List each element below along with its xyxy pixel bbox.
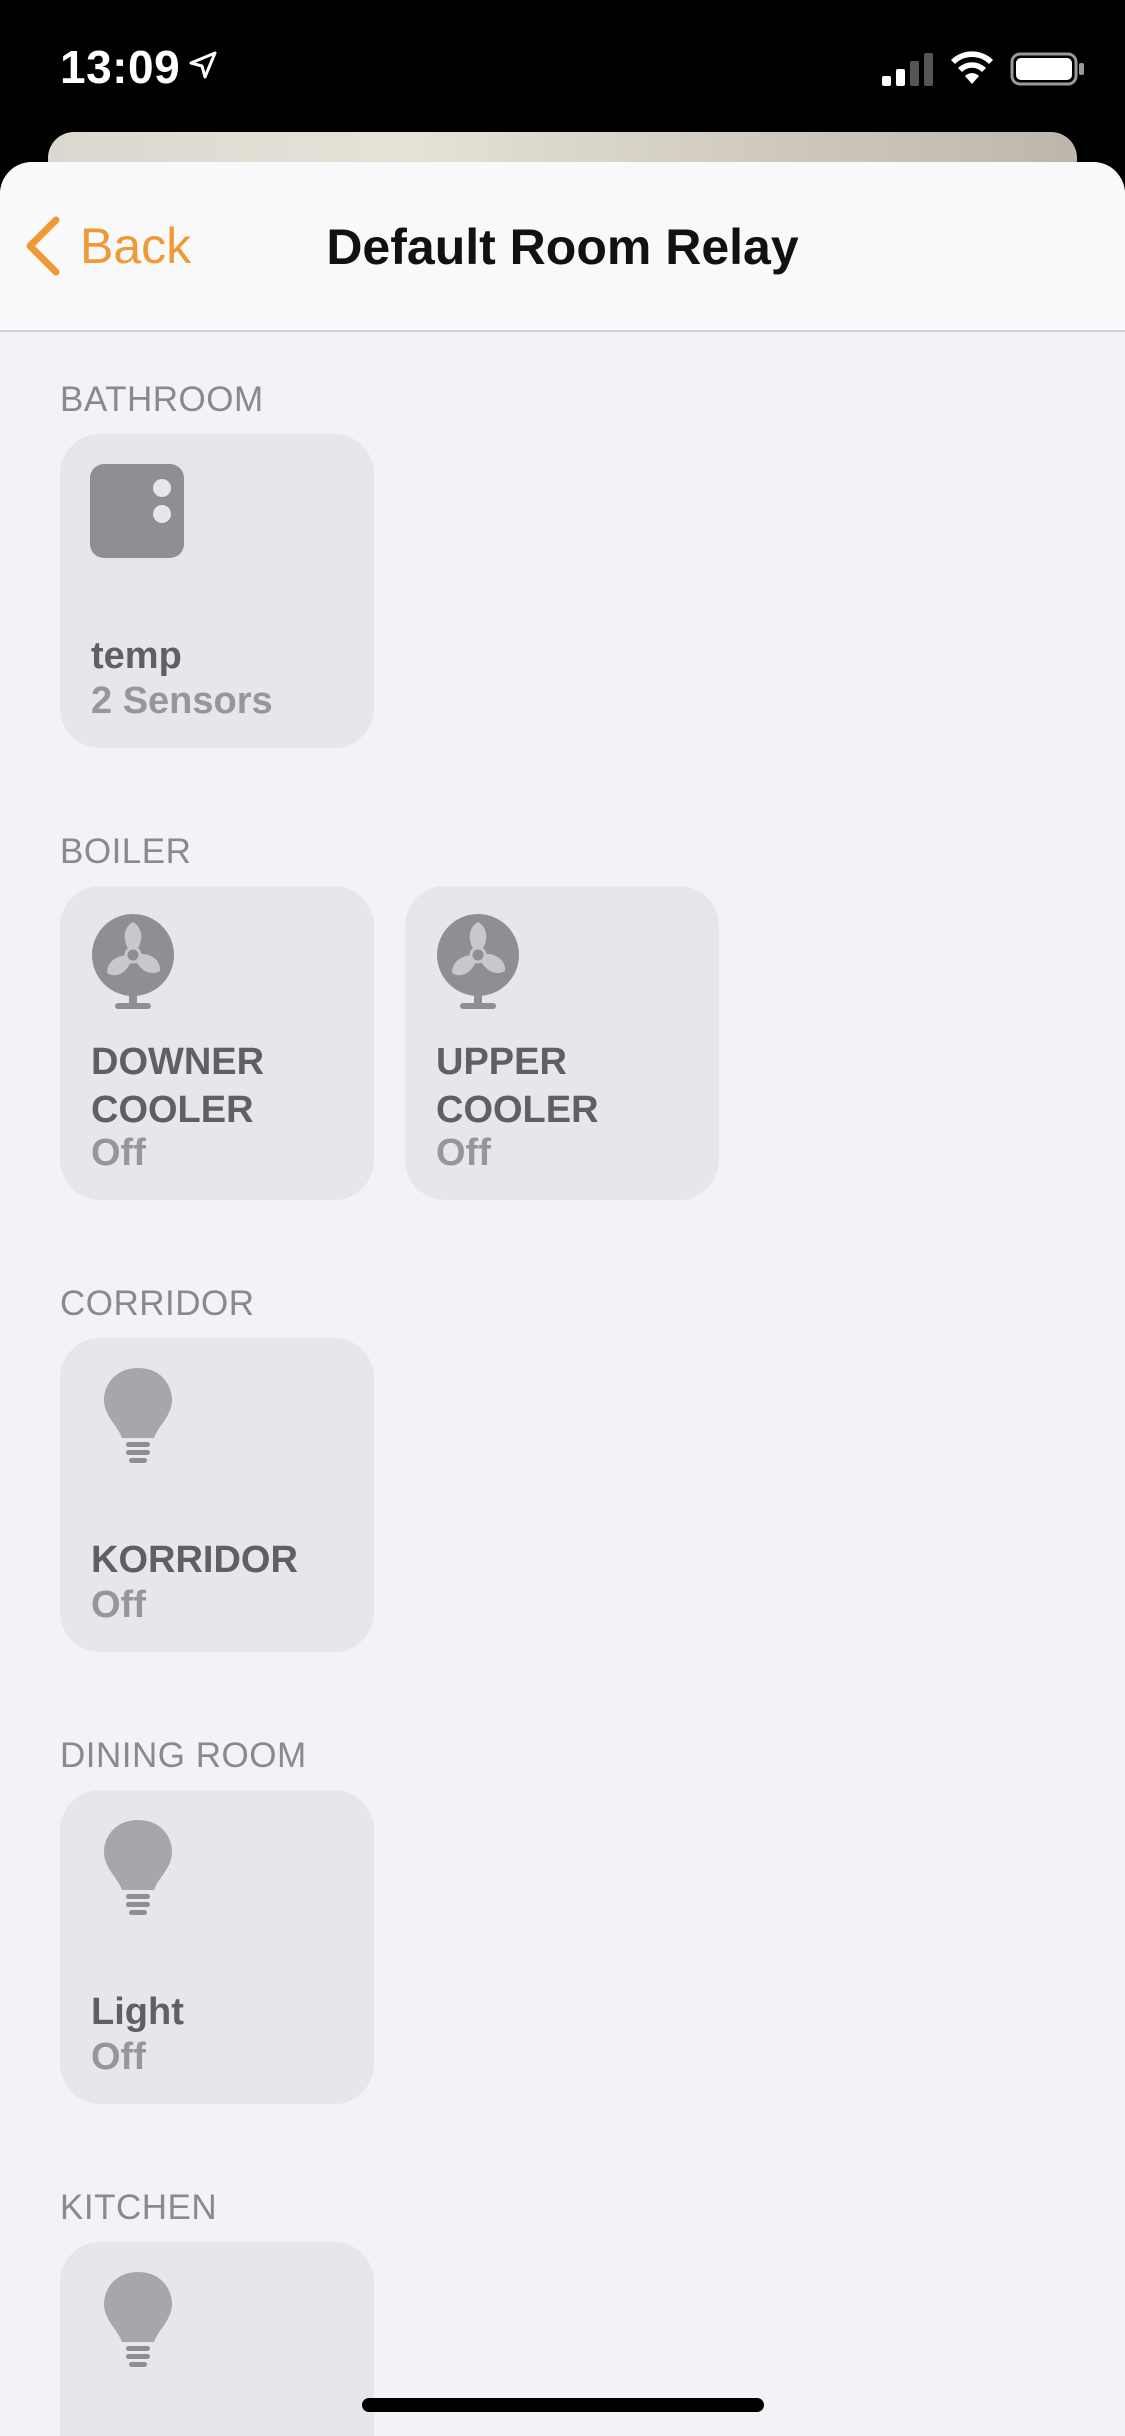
tile-status: 2 Sensors: [91, 680, 273, 722]
wifi-icon: [951, 51, 993, 84]
tile-name: DOWNER COOLER: [91, 1041, 265, 1131]
home-indicator[interactable]: [362, 2398, 764, 2412]
tile-status: Off: [91, 1584, 146, 1626]
lightbulb-icon: [104, 1820, 172, 1915]
accessory-tile-kitchen-light[interactable]: [60, 2242, 374, 2436]
room-sheet: Back Default Room Relay BATHROOM temp 2 …: [0, 162, 1125, 2436]
section-header-kitchen: KITCHEN: [60, 2188, 218, 2227]
sensor-icon: [90, 464, 184, 558]
lightbulb-icon: [104, 1368, 172, 1463]
fan-icon: [437, 914, 519, 1009]
tile-name: temp: [91, 635, 182, 677]
tile-status: Off: [436, 1132, 491, 1174]
tile-status: Off: [91, 1132, 146, 1174]
signal-icon: [882, 53, 933, 86]
tile-name: KORRIDOR: [91, 1539, 298, 1581]
section-header-dining-room: DINING ROOM: [60, 1736, 307, 1775]
section-header-bathroom: BATHROOM: [60, 380, 264, 419]
accessory-tile-light[interactable]: Light Off: [60, 1790, 374, 2104]
status-bar: 13:09: [0, 0, 1125, 132]
battery-icon: [1010, 52, 1084, 86]
fan-icon: [92, 914, 174, 1009]
lightbulb-icon: [104, 2272, 172, 2367]
status-time: 13:09: [60, 41, 181, 93]
accessory-tile-upper-cooler[interactable]: UPPER COOLER Off: [405, 886, 719, 1200]
section-header-corridor: CORRIDOR: [60, 1284, 255, 1323]
navigation-bar: Back Default Room Relay: [0, 162, 1125, 332]
accessory-tile-temp[interactable]: temp 2 Sensors: [60, 434, 374, 748]
accessory-tile-downer-cooler[interactable]: DOWNER COOLER Off: [60, 886, 374, 1200]
tile-name: UPPER COOLER: [436, 1041, 599, 1131]
accessory-tile-korridor[interactable]: KORRIDOR Off: [60, 1338, 374, 1652]
tile-status: Off: [91, 2036, 146, 2078]
tile-name: Light: [91, 1991, 184, 2033]
location-arrow-icon: [189, 51, 217, 79]
section-header-boiler: BOILER: [60, 832, 192, 871]
page-title: Default Room Relay: [326, 219, 799, 275]
